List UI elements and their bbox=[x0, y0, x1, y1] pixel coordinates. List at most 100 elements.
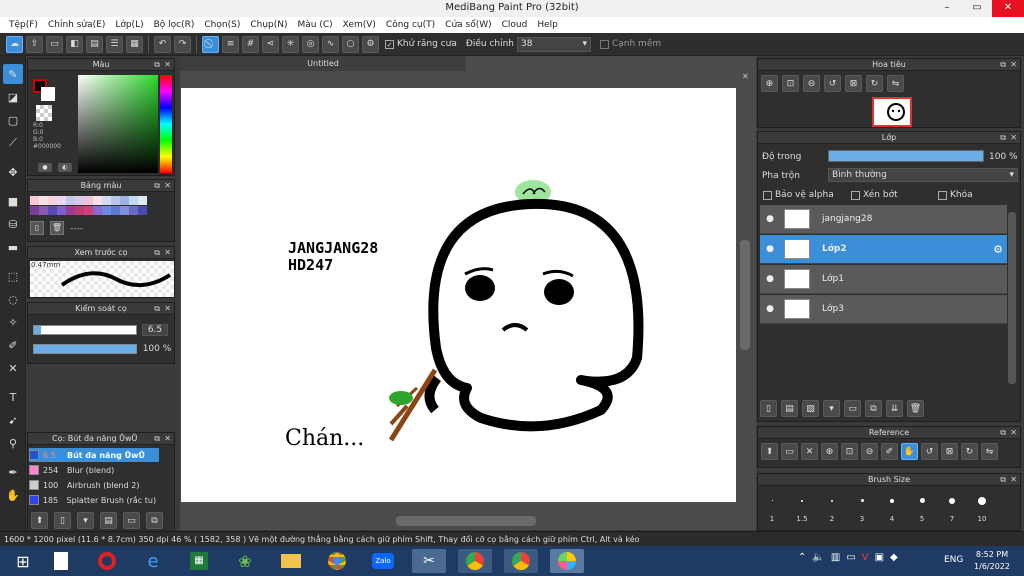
upload-icon[interactable]: ⇪ bbox=[26, 35, 43, 53]
magic-wand-icon[interactable]: ✧ bbox=[3, 312, 23, 332]
chrome-profile-icon[interactable] bbox=[458, 549, 492, 573]
zoom-in-icon[interactable]: ⊕ bbox=[821, 443, 838, 460]
horizontal-scrollbar[interactable] bbox=[396, 516, 536, 526]
new-layer-icon[interactable]: ▯ bbox=[760, 400, 777, 417]
visibility-icon[interactable]: ● bbox=[760, 304, 780, 314]
menu-view[interactable]: Xem(V) bbox=[338, 20, 381, 30]
snap-off-icon[interactable]: ⃠ bbox=[202, 35, 219, 53]
new-halftone-layer-icon[interactable]: ▤ bbox=[781, 400, 798, 417]
select-tool-icon[interactable]: ⬚ bbox=[3, 266, 23, 286]
gradient-tool-icon[interactable]: ▬ bbox=[3, 237, 23, 257]
visibility-icon[interactable]: ● bbox=[760, 274, 780, 284]
zoom-out-icon[interactable]: ⊖ bbox=[803, 75, 820, 92]
palette-swatches[interactable] bbox=[30, 196, 158, 216]
circle-snap-icon[interactable]: ◎ bbox=[302, 35, 319, 53]
layer-row[interactable]: ● Lớp3 bbox=[760, 295, 1007, 324]
new-brush-icon[interactable]: ▯ bbox=[54, 512, 71, 529]
brush-folder-icon[interactable]: ▭ bbox=[123, 512, 140, 529]
close-icon[interactable]: ✕ bbox=[164, 303, 171, 315]
lock-checkbox[interactable]: Khóa bbox=[938, 190, 973, 200]
excel-icon[interactable]: ▦ bbox=[182, 549, 216, 573]
clock[interactable]: 8:52 PM 1/6/2022 bbox=[970, 549, 1014, 573]
brush-menu-icon[interactable]: ▾ bbox=[77, 512, 94, 529]
windows-start-icon[interactable]: ⊞ bbox=[6, 549, 40, 573]
detach-icon[interactable]: ⧉ bbox=[154, 180, 160, 192]
layer-row[interactable]: ● jangjang28 bbox=[760, 205, 1007, 234]
visibility-icon[interactable]: ● bbox=[760, 244, 780, 254]
line-tool-icon[interactable]: ⟋ bbox=[3, 133, 23, 153]
close-icon[interactable]: ✕ bbox=[1010, 474, 1017, 486]
zoom-fit-icon[interactable]: ⊡ bbox=[841, 443, 858, 460]
maximize-button[interactable]: ▭ bbox=[962, 0, 992, 17]
checkbox-empty-icon[interactable] bbox=[763, 190, 772, 200]
clipping-checkbox[interactable]: Xén bớt bbox=[851, 190, 898, 200]
close-icon[interactable]: ✕ bbox=[1010, 132, 1017, 144]
select-pen-icon[interactable]: ✐ bbox=[3, 335, 23, 355]
cross-snap-icon[interactable]: # bbox=[242, 35, 259, 53]
layer-opacity-slider[interactable] bbox=[828, 150, 984, 162]
close-button[interactable]: ✕ bbox=[992, 0, 1024, 17]
cloud-upload-icon[interactable]: ⬆ bbox=[761, 443, 778, 460]
chrome-icon[interactable] bbox=[504, 549, 538, 573]
brush-size-option[interactable]: 10 bbox=[967, 488, 997, 528]
operation-tool-icon[interactable]: ➹ bbox=[3, 410, 23, 430]
battery-icon[interactable]: ▭ bbox=[846, 552, 855, 563]
menu-window[interactable]: Cửa sổ(W) bbox=[440, 20, 496, 30]
parallel-snap-icon[interactable]: ≡ bbox=[222, 35, 239, 53]
menu-edit[interactable]: Chỉnh sửa(E) bbox=[43, 20, 110, 30]
detach-icon[interactable]: ⧉ bbox=[1000, 474, 1006, 486]
tray-app-icon[interactable]: ▣ bbox=[875, 552, 884, 563]
brush-item[interactable]: 100 Airbrush (blend 2) bbox=[29, 478, 159, 492]
grid-icon[interactable]: ▦ bbox=[126, 35, 143, 53]
vivaldi-icon[interactable]: V bbox=[862, 552, 869, 563]
bucket-tool-icon[interactable]: ⛁ bbox=[3, 214, 23, 234]
pen-tool-icon[interactable]: ✒ bbox=[3, 462, 23, 482]
opera-icon[interactable] bbox=[90, 549, 124, 573]
comment-icon[interactable]: ▭ bbox=[46, 35, 63, 53]
menu-filter[interactable]: Bộ lọc(R) bbox=[149, 20, 200, 30]
blend-mode-dropdown[interactable]: Bình thường ▾ bbox=[828, 168, 1018, 182]
new-palette-icon[interactable]: ▯ bbox=[30, 221, 44, 235]
duplicate-layer-icon[interactable]: ⧉ bbox=[865, 400, 882, 417]
share-icon[interactable]: ◧ bbox=[66, 35, 83, 53]
menu-tools[interactable]: Công cụ(T) bbox=[381, 20, 440, 30]
move-tool-icon[interactable]: ✥ bbox=[3, 162, 23, 182]
brush-item[interactable]: 6.5 Bút đa năng ŮwŮ bbox=[29, 448, 159, 462]
checkbox-checked-icon[interactable]: ✓ bbox=[385, 39, 394, 49]
canvas-paper[interactable]: JANGJANG28 HD247 Chán... bbox=[181, 88, 736, 502]
brush-item[interactable]: 254 Blur (blend) bbox=[29, 463, 159, 477]
vertical-scrollbar[interactable] bbox=[740, 240, 750, 350]
detach-icon[interactable]: ⧉ bbox=[154, 59, 160, 71]
file-icon[interactable] bbox=[44, 549, 78, 573]
rotate-right-icon[interactable]: ↻ bbox=[961, 443, 978, 460]
rotate-left-icon[interactable]: ↺ bbox=[824, 75, 841, 92]
brush-tool-icon[interactable]: ✎ bbox=[3, 64, 23, 84]
brush-size-option[interactable]: 4 bbox=[877, 488, 907, 528]
select-eraser-icon[interactable]: ✕ bbox=[3, 358, 23, 378]
medibang-icon[interactable] bbox=[550, 549, 584, 573]
brush-opacity-slider[interactable] bbox=[33, 344, 137, 354]
flip-icon[interactable]: ⇋ bbox=[981, 443, 998, 460]
menu-layer[interactable]: Lớp(L) bbox=[110, 20, 148, 30]
detach-icon[interactable]: ⧉ bbox=[154, 247, 160, 259]
vanishing-snap-icon[interactable]: ⋖ bbox=[262, 35, 279, 53]
flip-icon[interactable]: ⇋ bbox=[887, 75, 904, 92]
rectangle-select-icon[interactable]: ▢ bbox=[3, 110, 23, 130]
list-icon[interactable]: ☰ bbox=[106, 35, 123, 53]
brush-size-option[interactable]: 3 bbox=[847, 488, 877, 528]
lasso-tool-icon[interactable]: ◌ bbox=[3, 289, 23, 309]
layer-row[interactable]: ● Lớp1 bbox=[760, 265, 1007, 294]
rotate-reset-icon[interactable]: ⊠ bbox=[845, 75, 862, 92]
menu-color[interactable]: Màu (C) bbox=[293, 20, 338, 30]
document-icon[interactable]: ▤ bbox=[86, 35, 103, 53]
undo-icon[interactable]: ↶ bbox=[154, 35, 171, 53]
trash-icon[interactable]: 🗑 bbox=[50, 221, 64, 235]
edge-icon[interactable]: e bbox=[136, 549, 170, 573]
zoom-in-icon[interactable]: ⊕ bbox=[761, 75, 778, 92]
detach-icon[interactable]: ⧉ bbox=[1000, 59, 1006, 71]
brush-item[interactable]: 185 Splatter Brush (rắc tu) bbox=[29, 493, 159, 507]
checkbox-empty-icon[interactable] bbox=[938, 190, 947, 200]
merge-layer-icon[interactable]: ⇊ bbox=[886, 400, 903, 417]
color-mode-icon[interactable]: ● bbox=[38, 163, 52, 172]
transparent-color-swatch[interactable] bbox=[36, 105, 52, 121]
